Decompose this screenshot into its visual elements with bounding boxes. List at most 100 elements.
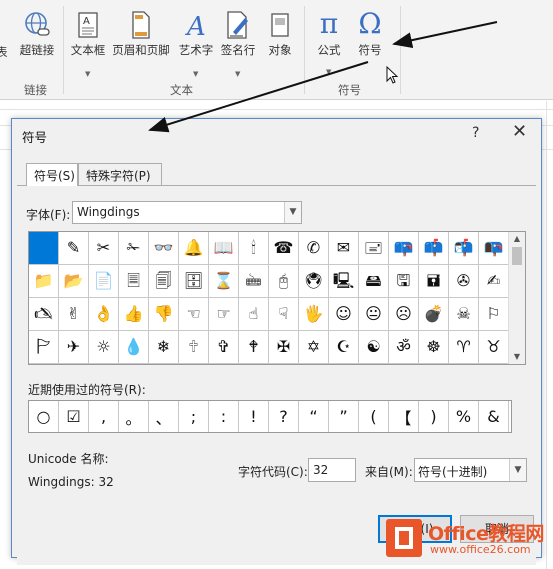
symbol-cell[interactable]: ✎ — [59, 232, 89, 265]
symbol-cell[interactable]: 🗐 — [149, 265, 179, 298]
symbol-cell[interactable]: ॐ — [389, 331, 419, 364]
symbol-cell[interactable]: 🖴 — [359, 265, 389, 298]
symbol-cell[interactable]: ✡ — [299, 331, 329, 364]
symbol-cell[interactable]: 📪 — [389, 232, 419, 265]
symbol-cell[interactable]: 🏱 — [29, 331, 59, 364]
symbol-cell[interactable]: 🖬 — [419, 265, 449, 298]
symbol-cell[interactable]: 🔔 — [179, 232, 209, 265]
symbol-cell[interactable]: ✇ — [449, 265, 479, 298]
recent-symbol-cell[interactable]: ) — [419, 401, 449, 432]
scroll-down-icon[interactable]: ▼ — [509, 350, 525, 364]
symbol-cell[interactable]: 🖰 — [269, 265, 299, 298]
symbol-cell[interactable]: ✍ — [479, 265, 509, 298]
symbol-cell[interactable]: ✁ — [119, 232, 149, 265]
symbol-grid-scrollbar[interactable]: ▲ ▼ — [508, 232, 525, 364]
symbol-cell[interactable]: 📂 — [59, 265, 89, 298]
symbol-cell[interactable]: ♉ — [479, 331, 509, 364]
symbol-button[interactable]: Ω 符号 — [352, 8, 388, 58]
symbol-cell[interactable]: 👎 — [149, 298, 179, 331]
recent-symbol-cell[interactable]: ” — [329, 401, 359, 432]
recent-symbol-cell[interactable]: ! — [239, 401, 269, 432]
recent-symbol-cell[interactable]: % — [449, 401, 479, 432]
symbol-cell[interactable]: ☹ — [389, 298, 419, 331]
hyperlink-button[interactable]: 超链接 — [18, 10, 56, 58]
recent-symbol-cell[interactable]: : — [209, 401, 239, 432]
symbol-cell[interactable]: 💣 — [419, 298, 449, 331]
object-button[interactable]: 对象 — [262, 10, 298, 58]
symbol-cell[interactable]: ✠ — [269, 331, 299, 364]
symbol-cell[interactable]: ☎ — [269, 232, 299, 265]
wordart-button[interactable]: A 艺术字 ▼ — [176, 10, 216, 78]
signature-line-button[interactable]: 签名行 ▼ — [218, 10, 258, 78]
equation-button[interactable]: π 公式 ▼ — [312, 8, 346, 77]
recent-symbol-cell[interactable]: 【 — [389, 401, 419, 432]
tab-symbols[interactable]: 符号(S) — [26, 163, 78, 186]
recent-symbol-cell[interactable]: ○ — [29, 401, 59, 432]
symbol-cell[interactable]: ☟ — [269, 298, 299, 331]
symbol-cell[interactable]: ⌛ — [209, 265, 239, 298]
symbol-cell[interactable]: 📭 — [479, 232, 509, 265]
symbol-cell[interactable]: ☼ — [89, 331, 119, 364]
symbol-cell[interactable]: 📖 — [209, 232, 239, 265]
symbol-cell[interactable]: 🖃 — [359, 232, 389, 265]
symbol-cell[interactable]: ✉ — [329, 232, 359, 265]
font-select[interactable]: Wingdings ▼ — [72, 201, 302, 224]
symbol-cell[interactable]: ⚐ — [479, 298, 509, 331]
symbol-cell[interactable]: 👓 — [149, 232, 179, 265]
symbol-cell[interactable]: 📄 — [89, 265, 119, 298]
chevron-down-icon[interactable]: ▼ — [284, 202, 301, 223]
symbol-cell[interactable]: ✈ — [59, 331, 89, 364]
recent-symbol-cell[interactable]: , — [89, 401, 119, 432]
header-footer-button[interactable]: 页眉和页脚 — [110, 10, 172, 58]
recent-symbol-cell[interactable]: ( — [359, 401, 389, 432]
symbol-cell[interactable]: 🖮 — [239, 265, 269, 298]
symbol-cell[interactable]: ☜ — [179, 298, 209, 331]
symbol-cell[interactable]: 🕯 — [239, 232, 269, 265]
symbol-cell[interactable]: ☠ — [449, 298, 479, 331]
symbol-cell[interactable]: 🖫 — [389, 265, 419, 298]
symbol-cell[interactable]: 👍 — [119, 298, 149, 331]
symbol-cell[interactable]: ☝ — [239, 298, 269, 331]
close-button[interactable]: ✕ — [512, 122, 527, 142]
symbol-cell-selected[interactable] — [29, 232, 59, 265]
recent-symbol-cell[interactable]: 、 — [149, 401, 179, 432]
symbol-cell[interactable]: 🖲 — [299, 265, 329, 298]
symbol-cell[interactable]: 🖐 — [299, 298, 329, 331]
symbol-cell[interactable]: 🖳 — [329, 265, 359, 298]
symbol-cell[interactable]: ☞ — [209, 298, 239, 331]
symbol-cell[interactable]: ✌ — [59, 298, 89, 331]
recent-symbol-cell[interactable]: ; — [179, 401, 209, 432]
symbol-cell[interactable]: ✞ — [209, 331, 239, 364]
recent-symbol-cell[interactable]: & — [479, 401, 509, 432]
symbol-cell[interactable]: 💧 — [119, 331, 149, 364]
char-code-input[interactable]: 32 — [308, 458, 356, 482]
symbol-cell[interactable]: 🗏 — [119, 265, 149, 298]
tab-special-characters[interactable]: 特殊字符(P) — [78, 163, 162, 185]
symbol-cell[interactable]: 🗄 — [179, 265, 209, 298]
symbol-cell[interactable]: ☸ — [419, 331, 449, 364]
symbol-cell[interactable]: 📬 — [449, 232, 479, 265]
symbol-cell[interactable]: ❄ — [149, 331, 179, 364]
recent-symbol-cell[interactable]: “ — [299, 401, 329, 432]
symbol-cell[interactable]: 🖎 — [29, 298, 59, 331]
symbol-cell[interactable]: ☯ — [359, 331, 389, 364]
help-button[interactable]: ? — [472, 125, 479, 141]
scroll-up-icon[interactable]: ▲ — [509, 232, 525, 246]
symbol-cell[interactable]: 🕈 — [239, 331, 269, 364]
textbox-button[interactable]: A 文本框 ▼ — [68, 10, 108, 78]
symbol-cell[interactable]: ♈ — [449, 331, 479, 364]
chevron-down-icon[interactable]: ▼ — [509, 459, 526, 481]
recent-symbol-cell[interactable]: ☑ — [59, 401, 89, 432]
scroll-thumb[interactable] — [512, 247, 522, 265]
symbol-cell[interactable]: 📫 — [419, 232, 449, 265]
symbol-cell[interactable]: ☪ — [329, 331, 359, 364]
recent-symbol-cell[interactable]: ? — [269, 401, 299, 432]
symbol-cell[interactable]: ☺ — [329, 298, 359, 331]
symbol-cell[interactable]: 👌 — [89, 298, 119, 331]
symbol-cell[interactable]: ✆ — [299, 232, 329, 265]
symbol-cell[interactable]: 🕆 — [179, 331, 209, 364]
symbol-cell[interactable]: ✂ — [89, 232, 119, 265]
recent-symbol-cell[interactable]: 。 — [119, 401, 149, 432]
symbol-cell[interactable]: 📁 — [29, 265, 59, 298]
from-select[interactable]: 符号(十进制) ▼ — [414, 458, 527, 482]
